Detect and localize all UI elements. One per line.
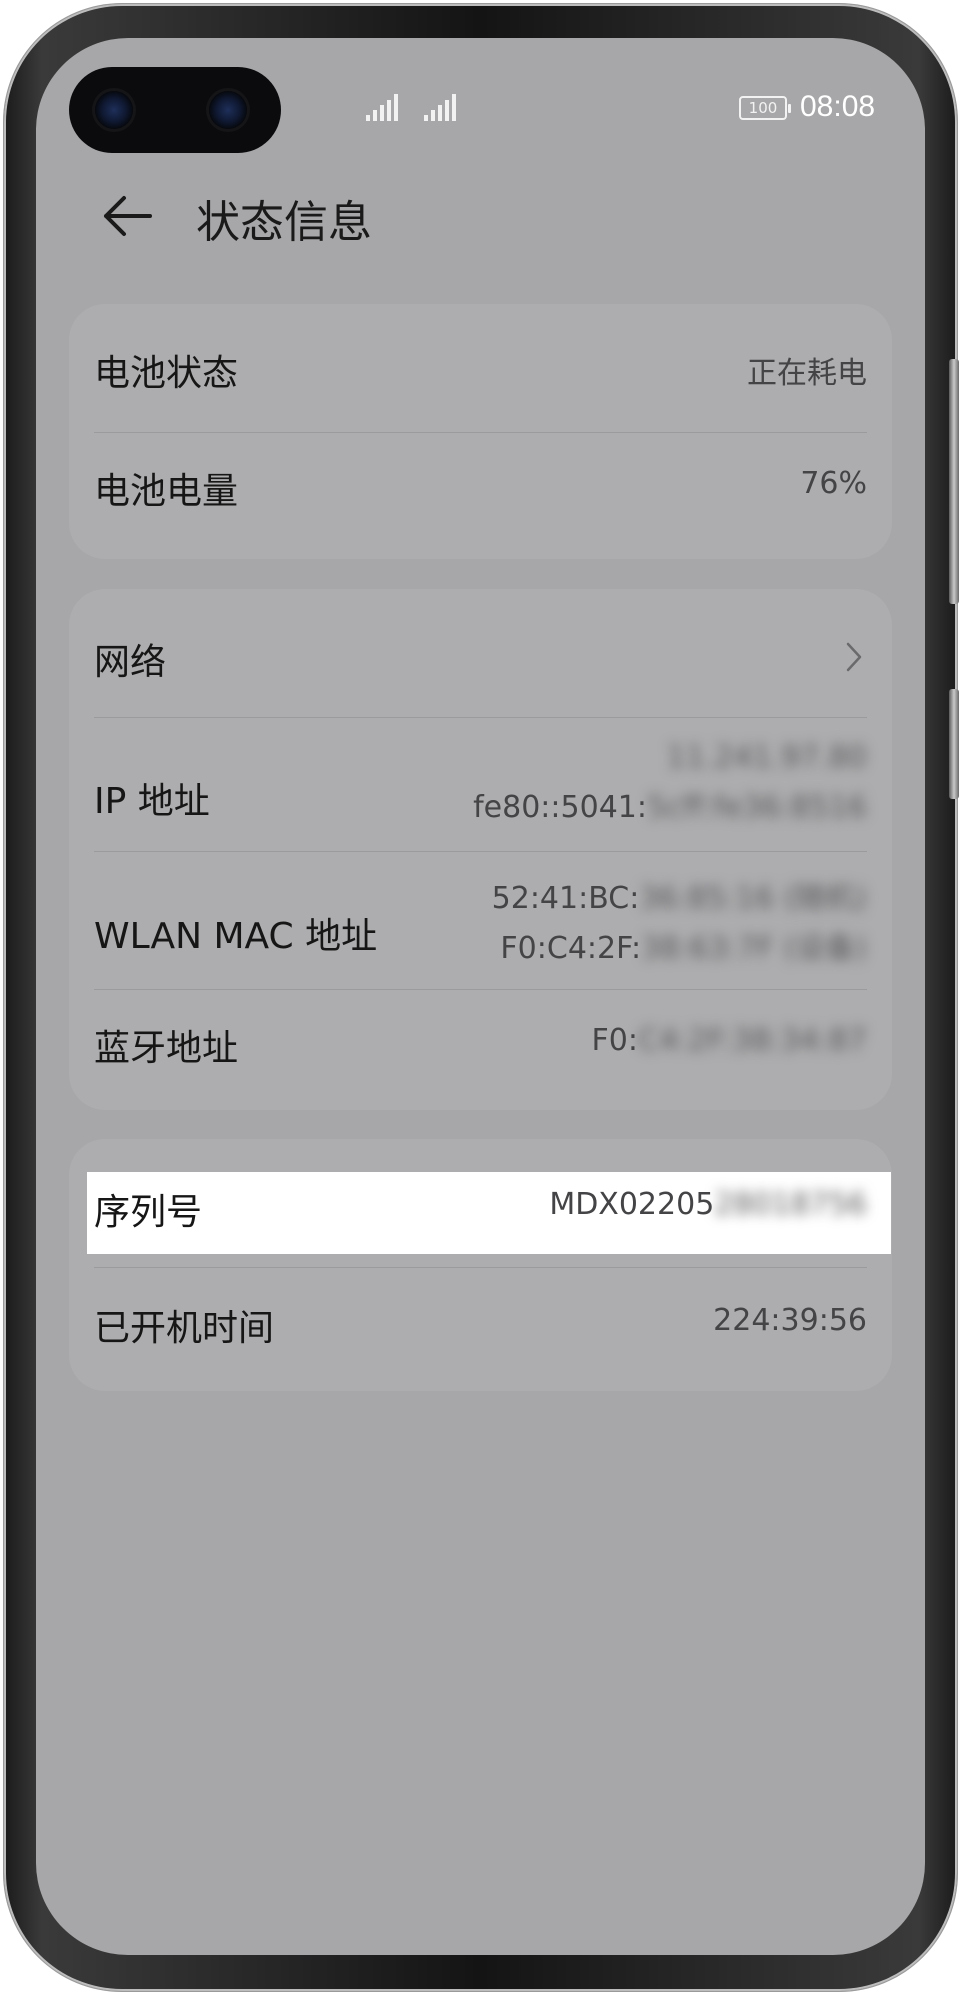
bluetooth-address-blurred: C4:2F:38:34:87 (638, 1023, 867, 1058)
signal-strength-icon (424, 94, 456, 121)
battery-icon: 100 (739, 96, 791, 120)
ip-address-row: IP 地址 11.241.97.80 fe80::5041:5cff:fe36:… (94, 732, 867, 852)
phone-frame: 100 08:08 状态信息 电池状态 正在耗电 电池电量 76% 网络 IP … (4, 4, 959, 1991)
divider (94, 989, 867, 990)
bluetooth-address-visible: F0: (591, 1023, 638, 1058)
battery-info-card: 电池状态 正在耗电 电池电量 76% (69, 304, 892, 559)
camera-lens-icon (209, 91, 247, 129)
battery-status-value: 正在耗电 (747, 356, 867, 391)
ip-address-value-line1: 11.241.97.80 (667, 740, 867, 775)
serial-number-blurred: 28018756 (714, 1187, 867, 1222)
signal-strength-icon (366, 94, 398, 121)
wlan-mac-random-visible: 52:41:BC: (491, 881, 640, 916)
bluetooth-address-value: F0:C4:2F:38:34:87 (592, 1023, 867, 1058)
battery-level-value: 76% (800, 466, 867, 501)
ip-address-value-line2: fe80::5041:5cff:fe36:8516 (473, 790, 867, 825)
divider (94, 717, 867, 718)
uptime-value: 224:39:56 (713, 1303, 867, 1338)
network-label: 网络 (94, 642, 167, 683)
battery-status-label: 电池状态 (94, 353, 239, 394)
screen: 100 08:08 状态信息 电池状态 正在耗电 电池电量 76% 网络 IP … (36, 38, 925, 1955)
wlan-mac-device-visible: F0:C4:2F: (500, 931, 642, 966)
chevron-right-icon (846, 642, 862, 672)
device-info-card-content: 序列号 MDX0220528018756 已开机时间 224:39:56 (69, 1139, 892, 1391)
network-info-card: 网络 IP 地址 11.241.97.80 fe80::5041:5cff:fe… (69, 589, 892, 1110)
wlan-mac-value-line1: 52:41:BC:36:85:16 (随机) (492, 873, 867, 917)
wlan-mac-value-line2: F0:C4:2F:38:63:7F (设备) (500, 923, 867, 967)
volume-button (949, 359, 959, 604)
ip-v4-blurred: 11.241.97.80 (666, 740, 867, 775)
bluetooth-address-label: 蓝牙地址 (94, 1028, 239, 1069)
serial-number-row: 序列号 MDX0220528018756 (94, 1183, 867, 1233)
ip-v6-visible: fe80::5041: (473, 790, 647, 825)
battery-level: 100 (748, 99, 778, 117)
camera-lens-icon (95, 91, 133, 129)
status-clock: 08:08 (800, 90, 876, 123)
wlan-mac-device-blurred: 38:63:7F (设备) (641, 931, 867, 966)
battery-status-row: 电池状态 正在耗电 (94, 344, 867, 394)
divider (94, 432, 867, 433)
page-title: 状态信息 (196, 197, 372, 248)
serial-number-visible: MDX02205 (549, 1187, 715, 1222)
uptime-row: 已开机时间 224:39:56 (94, 1299, 867, 1349)
ip-v6-blurred: 5cff:fe36:8516 (646, 790, 867, 825)
back-arrow-icon[interactable] (98, 188, 154, 244)
divider (94, 851, 867, 852)
serial-number-value: MDX0220528018756 (549, 1187, 867, 1222)
battery-level-row: 电池电量 76% (94, 462, 867, 512)
front-camera-cutout (69, 67, 281, 153)
wlan-mac-row: WLAN MAC 地址 52:41:BC:36:85:16 (随机) F0:C4… (94, 861, 867, 991)
ip-address-label: IP 地址 (94, 781, 210, 822)
bluetooth-address-row: 蓝牙地址 F0:C4:2F:38:34:87 (94, 1019, 867, 1079)
divider (94, 1267, 867, 1268)
wlan-mac-label: WLAN MAC 地址 (94, 916, 378, 957)
network-row[interactable]: 网络 (94, 633, 867, 683)
battery-level-label: 电池电量 (94, 471, 239, 512)
power-button (949, 689, 959, 799)
uptime-label: 已开机时间 (94, 1308, 275, 1349)
serial-number-label: 序列号 (94, 1192, 203, 1233)
wlan-mac-random-blurred: 36:85:16 (随机) (639, 881, 867, 916)
